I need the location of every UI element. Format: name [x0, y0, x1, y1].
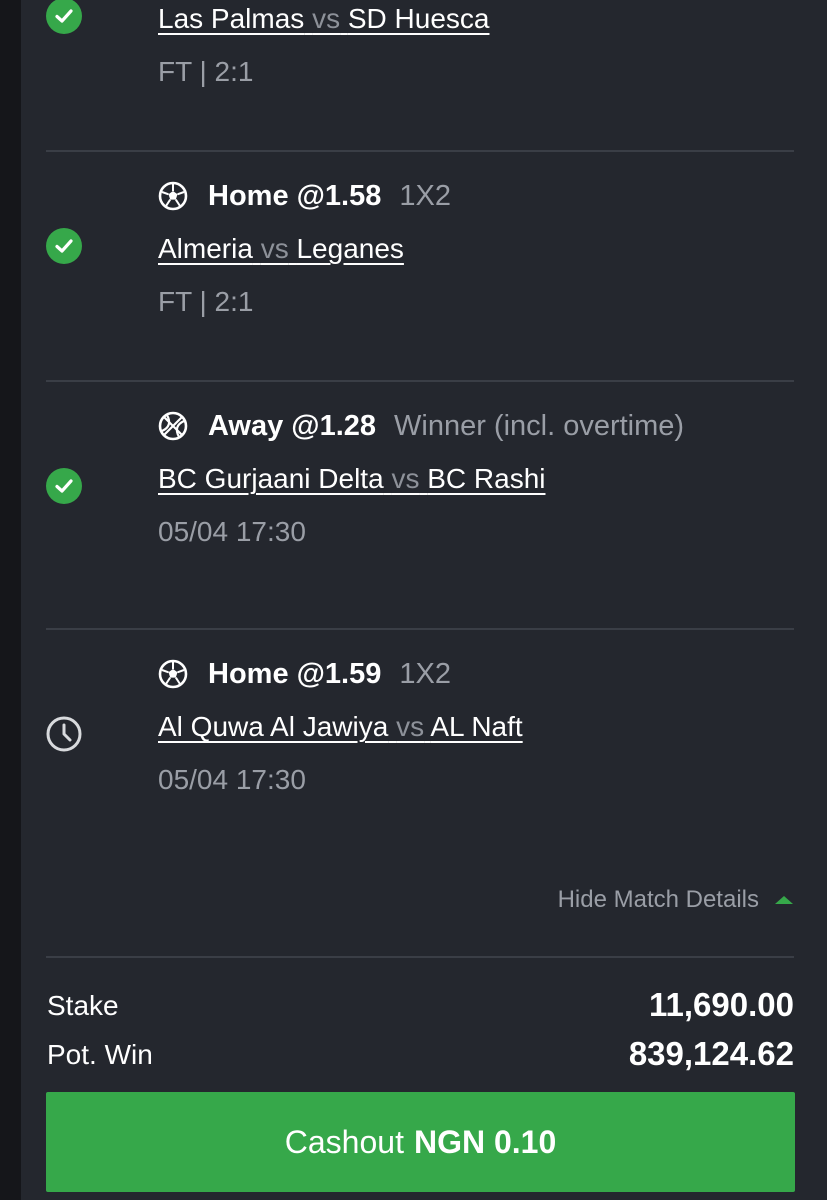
vs-separator: vs [260, 233, 289, 264]
market-type: 1X2 [399, 179, 451, 212]
stake-label: Stake [47, 990, 119, 1021]
home-team: BC Gurjaani Delta [158, 463, 384, 494]
selection-4-teams[interactable]: Al Quwa Al Jawiya vs AL Naft [158, 711, 523, 743]
home-team: Al Quwa Al Jawiya [158, 711, 389, 742]
vs-separator: vs [396, 711, 425, 742]
selection-2-market: Home @1.58 1X2 [158, 177, 451, 215]
selection-2-teams[interactable]: Almeria vs Leganes [158, 233, 404, 265]
pick-label: Home @1.59 [208, 657, 382, 690]
football-icon [158, 659, 188, 689]
pick-label: Home @1.58 [208, 179, 382, 212]
selection-4: Home @1.59 1X2 Al Quwa Al Jawiya vs AL N… [46, 630, 794, 880]
away-team: BC Rashi [427, 463, 546, 494]
check-circle-icon [46, 228, 82, 264]
vs-separator: vs [312, 3, 341, 34]
divider [46, 956, 794, 958]
basketball-icon [158, 411, 188, 441]
market-type: 1X2 [399, 657, 451, 690]
clock-icon [46, 716, 82, 752]
toggle-label: Hide Match Details [557, 886, 759, 913]
caret-up-icon [775, 896, 793, 904]
vs-separator: vs [391, 463, 420, 494]
cashout-amount: NGN 0.10 [413, 1123, 557, 1160]
selection-4-status [46, 716, 82, 752]
home-team: Las Palmas [158, 3, 305, 34]
market-type: Winner (incl. overtime) [394, 409, 685, 442]
pot-win-label: Pot. Win [47, 1039, 153, 1070]
selection-2-meta: FT | 2:1 [158, 286, 254, 317]
selection-1-status [46, 0, 82, 34]
selection-1: Las Palmas vs SD Huesca FT | 2:1 [46, 0, 794, 150]
selection-2-status [46, 228, 82, 264]
check-circle-icon [46, 0, 82, 34]
selection-1-teams[interactable]: Las Palmas vs SD Huesca [158, 3, 489, 35]
away-team: Leganes [296, 233, 404, 264]
selection-2: Home @1.58 1X2 Almeria vs Leganes FT | 2… [46, 152, 794, 380]
selection-3-market: Away @1.28 Winner (incl. overtime) [158, 407, 684, 445]
home-team: Almeria [158, 233, 253, 264]
hide-match-details-toggle[interactable]: Hide Match Details [558, 886, 793, 914]
pick-label: Away @1.28 [208, 409, 377, 442]
selection-1-meta: FT | 2:1 [158, 56, 254, 87]
cashout-label: Cashout [284, 1123, 404, 1160]
check-circle-icon [46, 468, 82, 504]
away-team: AL Naft [430, 711, 523, 742]
stake-value: 11,690.00 [649, 986, 794, 1023]
selection-3-status [46, 468, 82, 504]
selection-3-teams[interactable]: BC Gurjaani Delta vs BC Rashi [158, 463, 545, 495]
football-icon [158, 181, 188, 211]
selection-3-meta: 05/04 17:30 [158, 516, 306, 547]
selection-3: Away @1.28 Winner (incl. overtime) BC Gu… [46, 382, 794, 628]
away-team: SD Huesca [347, 3, 490, 34]
selection-4-market: Home @1.59 1X2 [158, 655, 451, 693]
cashout-button[interactable]: Cashout NGN 0.10 [46, 1092, 795, 1192]
pot-win-value: 839,124.62 [628, 1035, 794, 1072]
selection-4-meta: 05/04 17:30 [158, 764, 306, 795]
